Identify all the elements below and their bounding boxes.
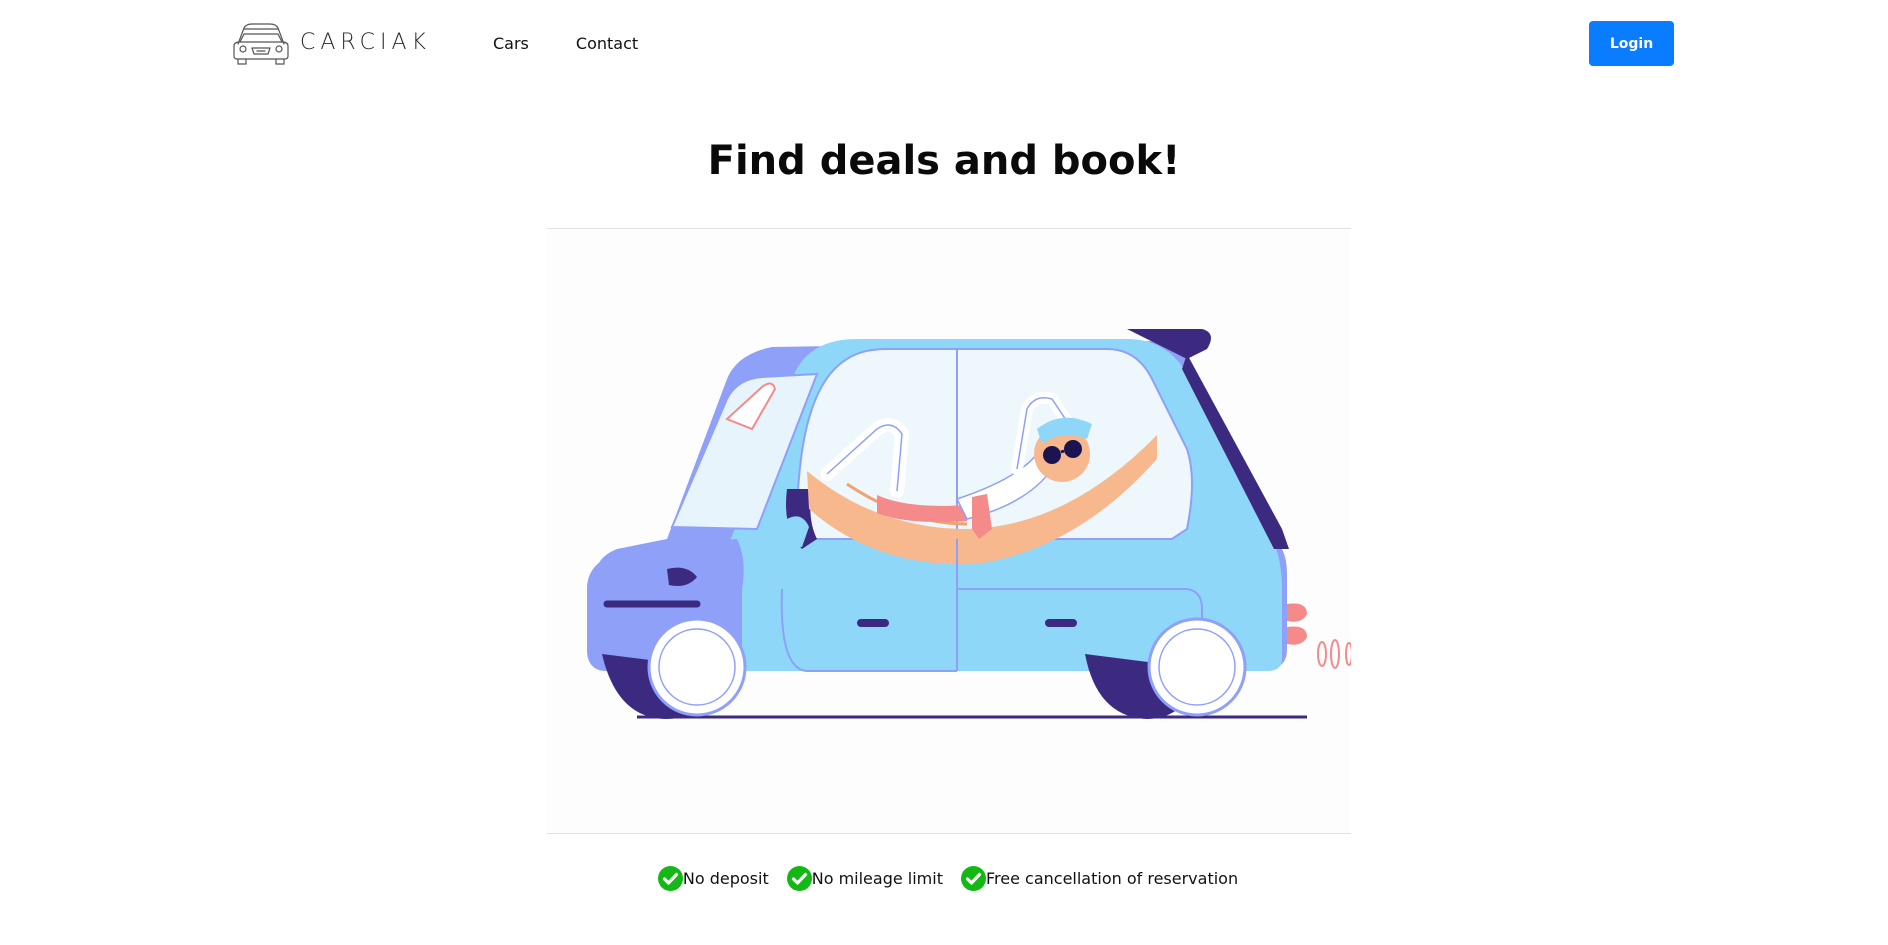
feature-item: Free cancellation of reservation — [960, 866, 1239, 891]
car-outline-icon — [233, 23, 289, 65]
green-check-icon — [786, 866, 812, 891]
main-nav: Cars Contact — [493, 34, 638, 53]
nav-link-contact[interactable]: Contact — [576, 34, 638, 53]
green-check-icon — [657, 866, 683, 891]
nav-link-cars[interactable]: Cars — [493, 34, 529, 53]
login-button[interactable]: Login — [1589, 21, 1674, 66]
brand-logo-link[interactable]: CARCIAK — [230, 18, 431, 66]
page-title: Find deals and book! — [707, 138, 1181, 184]
feature-label: No deposit — [682, 869, 769, 888]
hero-illustration — [547, 228, 1351, 834]
feature-item: No deposit — [657, 866, 769, 891]
feature-label: No mileage limit — [811, 869, 943, 888]
feature-item: No mileage limit — [786, 866, 943, 891]
brand-name: CARCIAK — [300, 29, 431, 55]
car-hammock-illustration — [587, 329, 1351, 719]
navbar: CARCIAK Cars Contact Login — [0, 0, 1888, 88]
features-list: No deposit No mileage limit Free cancell… — [0, 866, 1888, 891]
feature-label: Free cancellation of reservation — [985, 869, 1239, 888]
green-check-icon — [960, 866, 986, 891]
